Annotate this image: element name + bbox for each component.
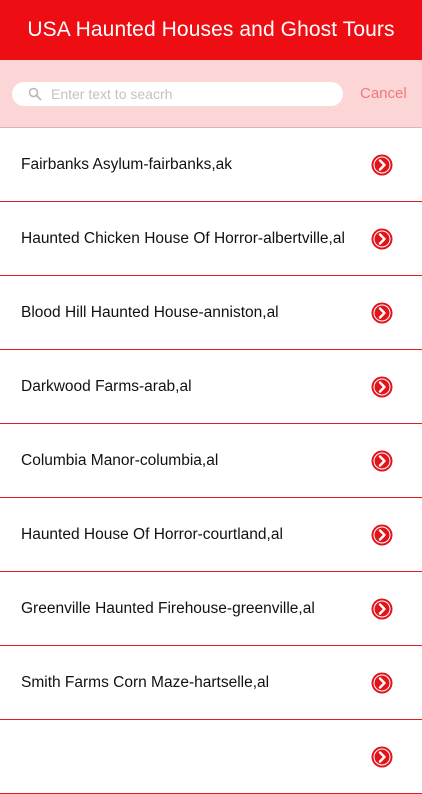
list-item[interactable]: Greenville Haunted Firehouse-greenville,… (0, 572, 422, 646)
chevron-right-circle-icon[interactable] (371, 746, 393, 768)
list-item-label: Greenville Haunted Firehouse-greenville,… (21, 599, 315, 617)
search-icon (28, 87, 42, 100)
chevron-right-circle-icon[interactable] (371, 450, 393, 472)
list-item-label: Haunted Chicken House Of Horror-albertvi… (21, 229, 345, 247)
search-field[interactable] (12, 81, 343, 106)
list-item-label: Blood Hill Haunted House-anniston,al (21, 303, 279, 321)
list-item-label: Darkwood Farms-arab,al (21, 377, 192, 395)
cancel-button[interactable]: Cancel (360, 85, 407, 102)
list-item[interactable]: Haunted House Of Horror-courtland,al (0, 498, 422, 572)
search-bar: Cancel (0, 60, 422, 128)
list-item[interactable]: Darkwood Farms-arab,al (0, 350, 422, 424)
chevron-right-circle-icon[interactable] (371, 228, 393, 250)
list-item[interactable]: Haunted Chicken House Of Horror-albertvi… (0, 202, 422, 276)
list-item-label: Smith Farms Corn Maze-hartselle,al (21, 673, 270, 691)
chevron-right-circle-icon[interactable] (371, 598, 393, 620)
list-item-label: Fairbanks Asylum-fairbanks,ak (21, 155, 233, 173)
chevron-right-circle-icon[interactable] (371, 672, 393, 694)
list-item[interactable]: Blood Hill Haunted House-anniston,al (0, 276, 422, 350)
haunted-house-list: Fairbanks Asylum-fairbanks,ak Haunted Ch… (0, 128, 422, 794)
list-item[interactable] (0, 720, 422, 794)
chevron-right-circle-icon[interactable] (371, 376, 393, 398)
list-item[interactable]: Fairbanks Asylum-fairbanks,ak (0, 128, 422, 202)
app-header: USA Haunted Houses and Ghost Tours (0, 0, 422, 60)
page-title: USA Haunted Houses and Ghost Tours (27, 18, 395, 41)
list-item[interactable]: Columbia Manor-columbia,al (0, 424, 422, 498)
chevron-right-circle-icon[interactable] (371, 524, 393, 546)
list-item[interactable]: Smith Farms Corn Maze-hartselle,al (0, 646, 422, 720)
search-input[interactable] (51, 85, 321, 102)
list-item-label: Columbia Manor-columbia,al (21, 451, 219, 469)
list-item-label: Haunted House Of Horror-courtland,al (21, 525, 283, 543)
chevron-right-circle-icon[interactable] (371, 302, 393, 324)
chevron-right-circle-icon[interactable] (371, 154, 393, 176)
